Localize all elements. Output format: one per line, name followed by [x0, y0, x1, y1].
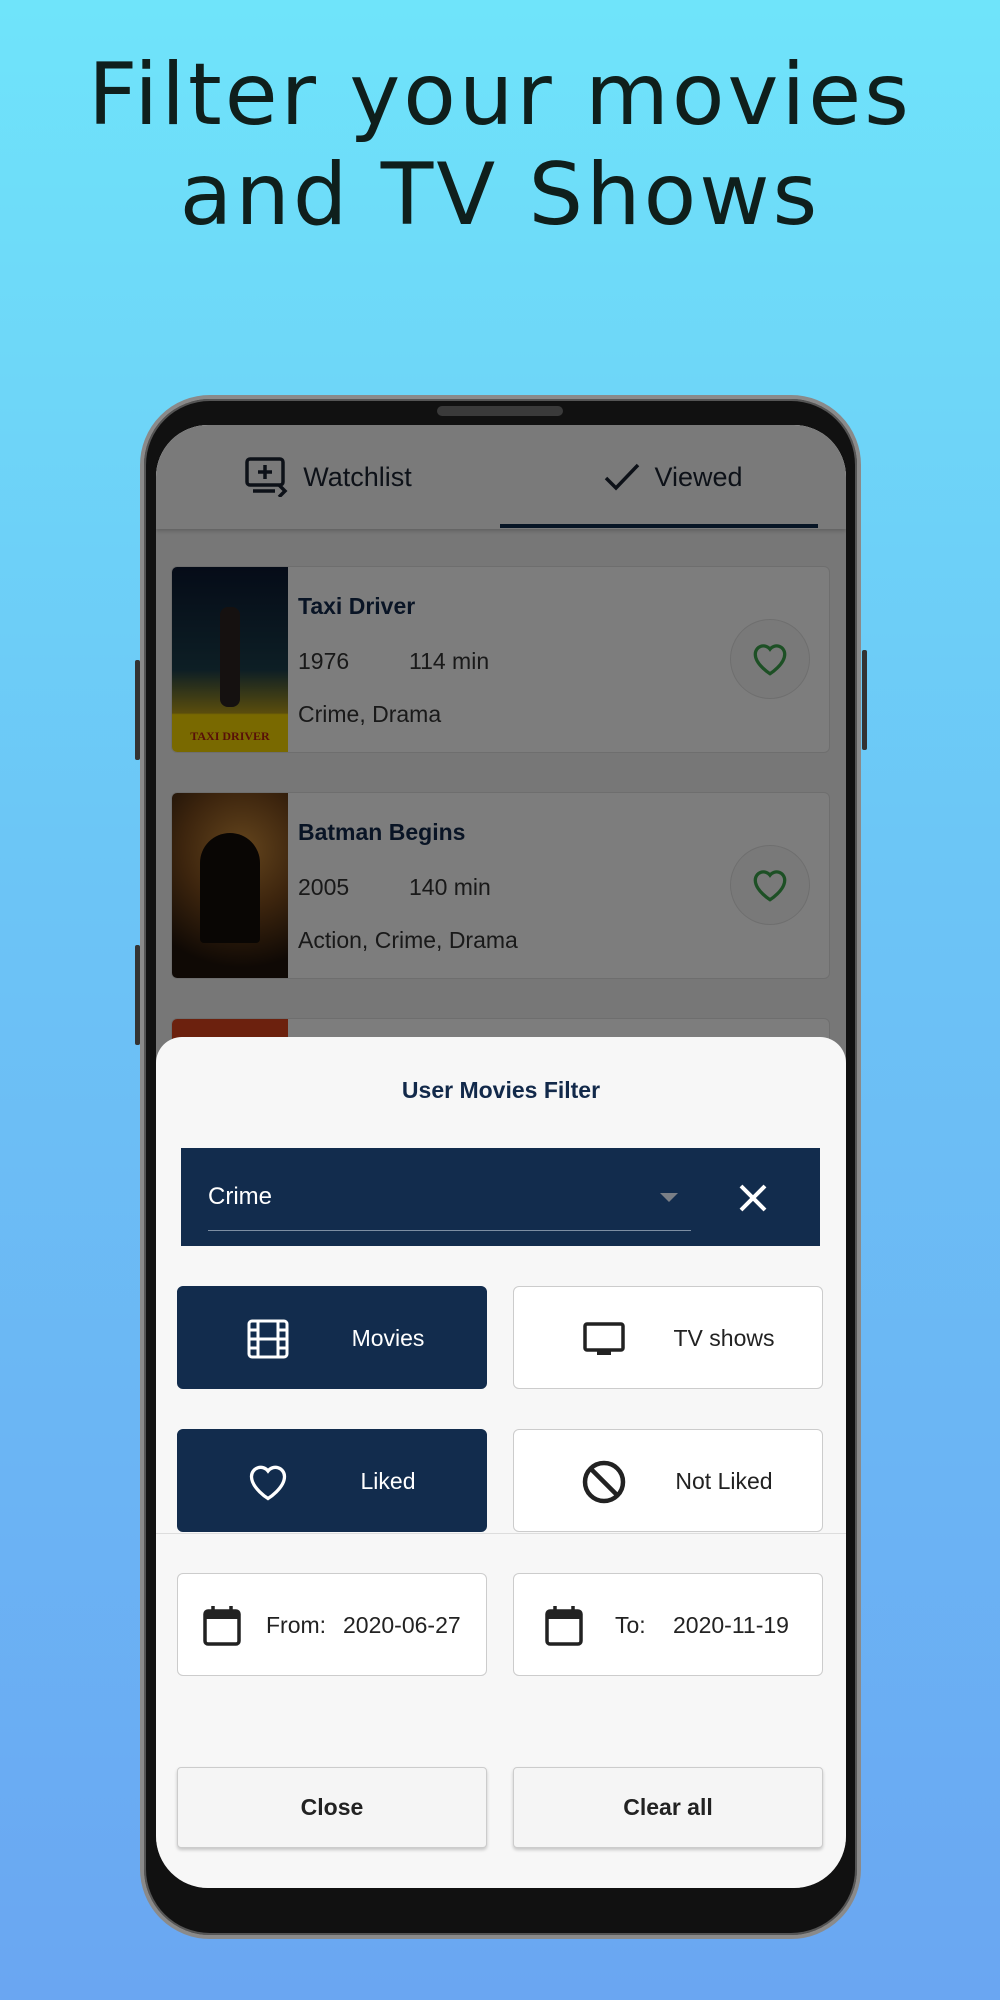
- phone-speaker: [437, 406, 563, 416]
- heart-icon: [249, 1465, 287, 1501]
- sheet-title: User Movies Filter: [401, 1077, 601, 1103]
- block-icon: [582, 1460, 626, 1504]
- tv-icon: [583, 1322, 625, 1355]
- movies-toggle[interactable]: Movies: [177, 1286, 487, 1389]
- dropdown-arrow-icon[interactable]: [660, 1193, 678, 1202]
- close-button[interactable]: Close: [177, 1767, 487, 1848]
- filter-sheet: User Movies Filter Crime Movies TV shows…: [156, 1037, 846, 1888]
- headline-line-2: and TV Shows: [179, 145, 821, 245]
- headline-line-1: Filter your movies: [88, 45, 912, 145]
- dropdown-underline: [208, 1230, 691, 1231]
- from-date: 2020-06-27: [343, 1612, 461, 1638]
- phone-side-button: [135, 945, 140, 1045]
- liked-toggle[interactable]: Liked: [177, 1429, 487, 1532]
- calendar-icon: [203, 1606, 241, 1646]
- to-date-button[interactable]: To: 2020-11-19: [513, 1573, 823, 1676]
- phone-side-button: [862, 650, 867, 750]
- genre-dropdown[interactable]: Crime: [181, 1148, 820, 1246]
- headline: Filter your movies and TV Shows: [0, 45, 1000, 245]
- from-label: From:: [266, 1612, 327, 1638]
- genre-value: Crime: [208, 1183, 272, 1210]
- toggle-label: Movies: [351, 1325, 425, 1351]
- phone-side-button: [135, 660, 140, 760]
- to-label: To:: [615, 1612, 646, 1638]
- tv-shows-toggle[interactable]: TV shows: [513, 1286, 823, 1389]
- from-date-button[interactable]: From: 2020-06-27: [177, 1573, 487, 1676]
- calendar-icon: [545, 1606, 583, 1646]
- app-screen: Watchlist Viewed TAXI DRIVER Taxi Driver…: [156, 425, 846, 1888]
- not-liked-toggle[interactable]: Not Liked: [513, 1429, 823, 1532]
- clear-all-button[interactable]: Clear all: [513, 1767, 823, 1848]
- toggle-label: TV shows: [673, 1325, 775, 1351]
- clear-genre-icon[interactable]: [733, 1178, 773, 1218]
- toggle-label: Not Liked: [675, 1468, 773, 1494]
- to-date: 2020-11-19: [673, 1612, 789, 1638]
- toggle-label: Liked: [360, 1468, 416, 1494]
- sheet-divider: [156, 1533, 846, 1534]
- film-icon: [247, 1319, 289, 1359]
